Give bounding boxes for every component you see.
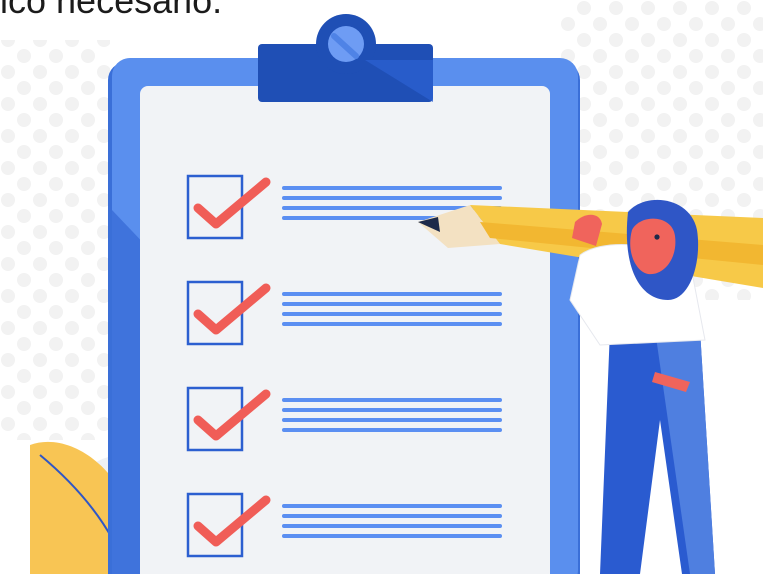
text-line: [282, 418, 502, 422]
text-line: [282, 534, 502, 538]
text-line: [282, 322, 502, 326]
background-dots-left: [0, 40, 110, 440]
text-line: [282, 514, 502, 518]
checklist-illustration: [0, 0, 763, 574]
illustration-canvas: ico necesario.: [0, 0, 763, 574]
text-line: [282, 428, 502, 432]
text-line: [282, 398, 502, 402]
text-line: [282, 408, 502, 412]
text-line: [282, 524, 502, 528]
text-line: [282, 312, 502, 316]
caption-text: ico necesario.: [0, 0, 223, 21]
woman-character: [569, 199, 715, 574]
text-line: [282, 186, 502, 190]
clipboard-paper: [140, 86, 550, 574]
text-line: [282, 504, 502, 508]
text-line: [282, 196, 502, 200]
text-line: [282, 292, 502, 296]
text-line: [282, 302, 502, 306]
clipboard-clip: [258, 14, 433, 102]
